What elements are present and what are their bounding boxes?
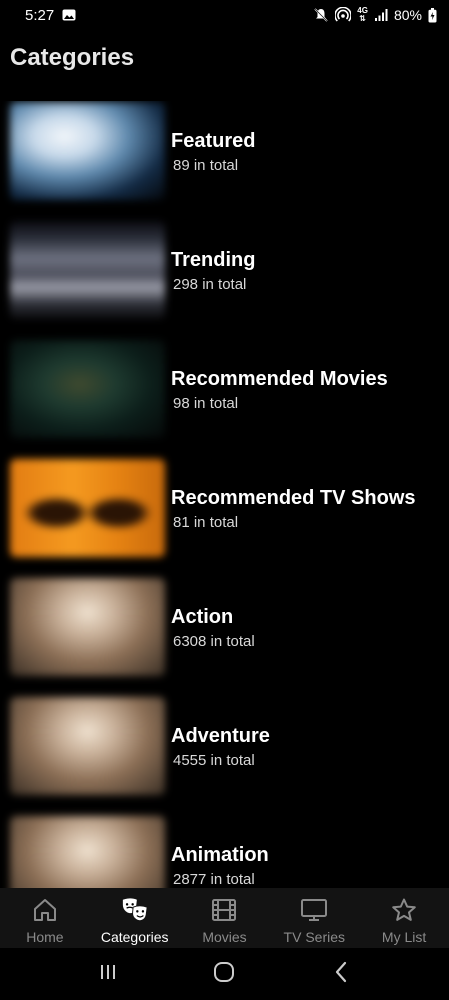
status-time: 5:27 <box>25 6 55 24</box>
featured-thumbnail <box>10 102 165 200</box>
nav-label: Movies <box>202 929 247 945</box>
category-item-action[interactable]: Action 6308 in total <box>10 577 440 677</box>
nav-movies[interactable]: Movies <box>180 888 270 948</box>
category-item-recommended-tv-shows[interactable]: Recommended TV Shows 81 in total <box>10 458 440 558</box>
category-item-adventure[interactable]: Adventure 4555 in total <box>10 696 440 796</box>
category-item-animation[interactable]: Animation 2877 in total <box>10 815 440 888</box>
category-name: Action <box>171 605 234 628</box>
adventure-thumbnail <box>10 697 165 795</box>
nav-label: TV Series <box>283 929 346 945</box>
star-icon <box>390 896 418 924</box>
nav-tv-series[interactable]: TV Series <box>269 888 359 948</box>
category-list[interactable]: Featured 89 in total Trending 298 in tot… <box>0 101 449 888</box>
category-count: 6308 in total <box>173 632 255 650</box>
image-icon <box>62 9 76 21</box>
battery-text: 80% <box>393 7 422 23</box>
back-chevron-icon <box>333 961 349 988</box>
home-icon <box>31 896 59 924</box>
category-count: 2877 in total <box>173 870 255 888</box>
theater-masks-icon <box>121 896 149 924</box>
category-item-featured[interactable]: Featured 89 in total <box>10 101 440 201</box>
category-count: 98 in total <box>173 394 239 412</box>
category-count: 4555 in total <box>173 751 255 769</box>
category-item-trending[interactable]: Trending 298 in total <box>10 220 440 320</box>
system-nav-bar <box>0 948 449 1000</box>
category-name: Featured <box>171 129 256 152</box>
back-button[interactable] <box>321 954 361 994</box>
category-count: 81 in total <box>173 513 239 531</box>
signal-icon <box>374 8 388 22</box>
category-item-recommended-movies[interactable]: Recommended Movies 98 in total <box>10 339 440 439</box>
category-name: Recommended TV Shows <box>171 486 416 509</box>
category-count: 298 in total <box>173 275 247 293</box>
nav-label: Categories <box>100 929 169 945</box>
trending-thumbnail <box>10 221 165 319</box>
category-name: Recommended Movies <box>171 367 388 390</box>
nav-home[interactable]: Home <box>0 888 90 948</box>
nav-label: Home <box>26 929 64 945</box>
battery-icon <box>428 7 437 23</box>
film-icon <box>210 896 238 924</box>
animation-thumbnail <box>10 816 165 888</box>
nav-label: My List <box>381 929 427 945</box>
hotspot-icon <box>335 7 352 23</box>
recent-apps-icon <box>98 962 118 987</box>
tv-icon <box>300 896 328 924</box>
category-count: 89 in total <box>173 156 239 174</box>
bottom-nav: Home Categories Movies TV Series My List <box>0 888 449 948</box>
home-circle-icon <box>213 961 235 988</box>
recent-apps-button[interactable] <box>88 954 128 994</box>
status-bar: 5:27 4G ⇅ 80% <box>0 0 449 30</box>
home-system-button[interactable] <box>204 954 244 994</box>
action-thumbnail <box>10 578 165 676</box>
category-name: Adventure <box>171 724 270 747</box>
nav-my-list[interactable]: My List <box>359 888 449 948</box>
recommended-movies-thumbnail <box>10 340 165 438</box>
nav-categories[interactable]: Categories <box>90 888 180 948</box>
recommended-tv-shows-thumbnail <box>10 459 165 557</box>
category-name: Animation <box>171 843 269 866</box>
page-title: Categories <box>10 44 135 71</box>
network-4g-icon: 4G ⇅ <box>357 6 368 23</box>
mute-icon <box>313 7 329 23</box>
category-name: Trending <box>171 248 256 271</box>
